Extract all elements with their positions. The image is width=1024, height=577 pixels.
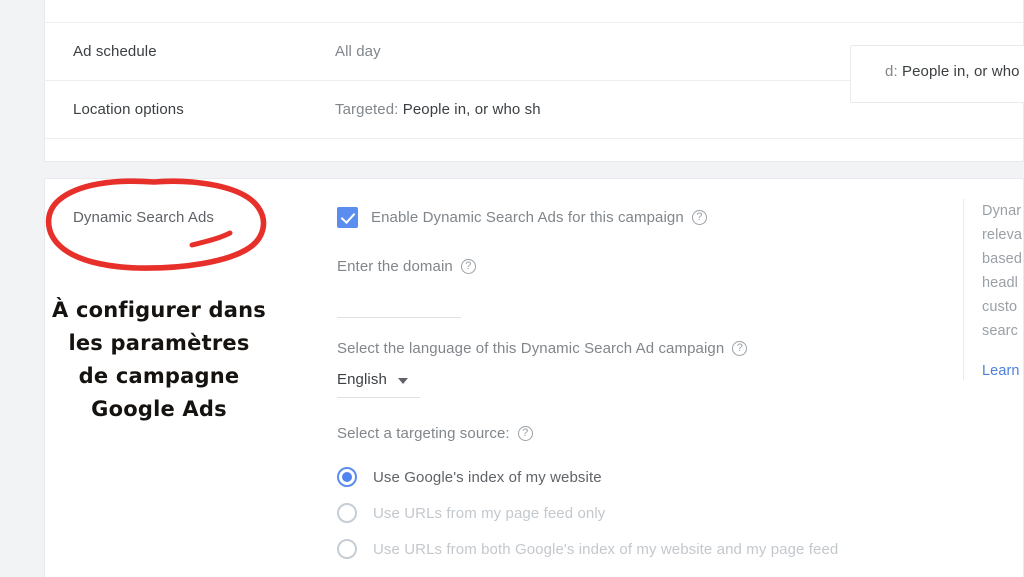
screenshot-root: Ad schedule All day Location options Tar… (0, 0, 1024, 577)
help-circle-icon[interactable] (691, 210, 707, 225)
dsa-info-aside-text: Dynar releva based headl custo searc (982, 203, 1023, 339)
row-value-ad-schedule-text: All day (335, 43, 381, 60)
language-select[interactable]: English (337, 371, 1023, 388)
radio-button-page-feed-only[interactable] (337, 503, 357, 523)
overlay-value-text: People in, or who sh (901, 63, 1024, 80)
help-circle-icon[interactable] (517, 426, 533, 441)
annotation-note-line-4: Google Ads (91, 397, 227, 421)
domain-field-label: Enter the domain (337, 258, 453, 275)
row-value-campaign-url-options: No options set (335, 159, 432, 161)
help-circle-icon[interactable] (732, 341, 748, 356)
annotation-note-line-3: de campagne (78, 364, 240, 388)
dsa-section-label: Dynamic Search Ads (73, 209, 215, 226)
targeting-source-radio-group: Use Google's index of my website Use URL… (337, 459, 1023, 567)
radio-label-page-feed-only: Use URLs from my page feed only (373, 504, 606, 522)
radio-option-google-index[interactable]: Use Google's index of my website (337, 459, 1023, 495)
annotation-note-line-1: À configurer dans (51, 298, 267, 322)
language-field-label: Select the language of this Dynamic Sear… (337, 340, 725, 357)
row-value-location-text: People in, or who sh (402, 101, 541, 118)
enable-dsa-checkbox-row[interactable]: Enable Dynamic Search Ads for this campa… (337, 207, 1023, 228)
dsa-form-column: Enable Dynamic Search Ads for this campa… (335, 179, 1023, 577)
radio-label-both-sources: Use URLs from both Google's index of my … (373, 540, 839, 558)
row-value-campaign-url-text: No options set (335, 159, 432, 161)
overlay-value-prefix: d: (885, 63, 902, 80)
row-label-ad-schedule: Ad schedule (73, 43, 157, 60)
targeting-source-label-row: Select a targeting source: (337, 425, 1023, 442)
domain-field-label-row: Enter the domain (337, 258, 1023, 275)
learn-more-link[interactable]: Learn (982, 363, 1020, 379)
radio-option-both-sources[interactable]: Use URLs from both Google's index of my … (337, 531, 1023, 567)
annotation-note: À configurer dans les paramètres de camp… (28, 294, 290, 426)
targeting-source-block: Select a targeting source: Use Google's … (337, 425, 1023, 567)
row-value-ad-schedule: All day (335, 43, 381, 60)
settings-row-campaign-url-options[interactable]: Campaign URL options No options set (45, 138, 1023, 161)
settings-row-placeholder-0 (45, 0, 1023, 22)
help-circle-icon[interactable] (460, 259, 476, 274)
domain-field-block: Enter the domain (337, 258, 1023, 318)
language-select-value: English (337, 371, 387, 388)
row-value-location-options: Targeted: People in, or who sh (335, 101, 541, 118)
dsa-info-aside: Dynar releva based headl custo searc Lea… (963, 199, 1023, 380)
targeting-source-label: Select a targeting source: (337, 425, 510, 442)
enable-dsa-checkbox-label: Enable Dynamic Search Ads for this campa… (371, 209, 684, 226)
radio-button-google-index[interactable] (337, 467, 357, 487)
enable-dsa-checkbox[interactable] (337, 207, 358, 228)
radio-option-page-feed-only[interactable]: Use URLs from my page feed only (337, 495, 1023, 531)
row-value-location-prefix: Targeted: (335, 101, 403, 118)
domain-input[interactable] (337, 317, 461, 318)
language-select-underline (337, 397, 420, 398)
chevron-down-icon (397, 377, 408, 384)
row-label-location-options: Location options (73, 101, 184, 118)
row-label-campaign-url-options: Campaign URL options (73, 159, 335, 161)
language-field-label-row: Select the language of this Dynamic Sear… (337, 340, 1023, 357)
language-field-block: Select the language of this Dynamic Sear… (337, 340, 1023, 398)
overlay-row-value-location-options: d: People in, or who sh (885, 63, 1024, 80)
radio-label-google-index: Use Google's index of my website (373, 468, 602, 486)
annotation-note-line-2: les paramètres (68, 331, 250, 355)
campaign-settings-card-overlay: d: People in, or who sh (850, 45, 1024, 103)
radio-button-both-sources[interactable] (337, 539, 357, 559)
